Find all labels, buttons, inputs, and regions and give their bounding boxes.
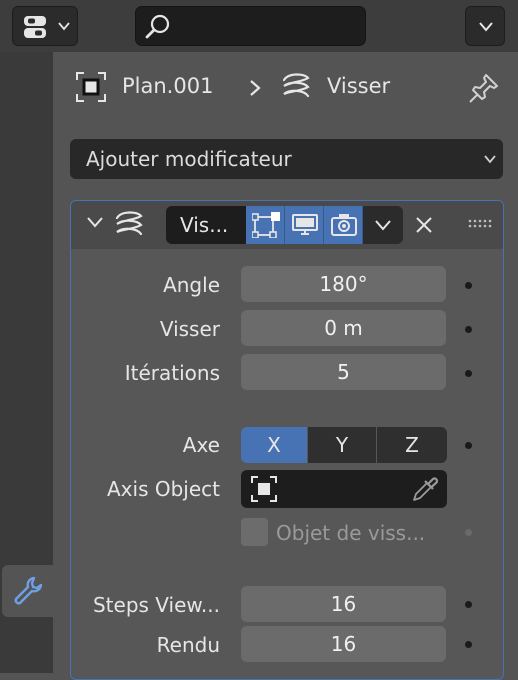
render-toggle[interactable] <box>324 206 363 244</box>
steps-viewport-field[interactable]: 16 <box>241 586 446 622</box>
angle-keyframe-dot[interactable] <box>465 282 472 289</box>
axis-x-button[interactable]: X <box>241 427 307 463</box>
iterations-field[interactable]: 5 <box>241 354 446 390</box>
close-icon[interactable] <box>415 216 433 234</box>
axis-z-button[interactable]: Z <box>377 427 447 463</box>
screw-label: Visser <box>159 317 220 341</box>
pin-icon[interactable] <box>468 72 500 104</box>
search-input[interactable] <box>135 6 366 46</box>
iterations-label: Itérations <box>124 361 220 385</box>
eyedropper-icon[interactable] <box>411 475 439 503</box>
render-steps-label: Rendu <box>156 633 220 657</box>
render-steps-field[interactable]: 16 <box>241 626 446 662</box>
screw-keyframe-dot[interactable] <box>465 326 472 333</box>
modifier-name-field[interactable]: Vis... <box>166 206 246 244</box>
monitor-icon <box>292 214 318 235</box>
add-modifier-dropdown[interactable]: Ajouter modificateur <box>70 139 503 179</box>
object-screw-label: Objet de viss... <box>276 521 426 545</box>
object-screw-checkbox[interactable] <box>241 518 268 546</box>
breadcrumb-modifier: Visser <box>327 74 391 98</box>
object-icon <box>251 476 277 502</box>
screw-icon <box>115 211 143 236</box>
editor-type-button[interactable] <box>12 6 78 46</box>
render-steps-keyframe-dot[interactable] <box>465 641 472 648</box>
object-screw-keyframe-dot[interactable] <box>465 529 472 536</box>
axis-object-field[interactable] <box>241 470 447 508</box>
axis-y-button[interactable]: Y <box>308 427 376 463</box>
object-icon <box>76 72 106 102</box>
add-modifier-label: Ajouter modificateur <box>86 147 292 171</box>
drag-handle-icon[interactable] <box>468 219 492 229</box>
properties-editor-icon <box>24 16 46 38</box>
options-dropdown-button[interactable] <box>465 6 505 46</box>
iterations-keyframe-dot[interactable] <box>465 370 472 377</box>
screw-icon <box>282 73 310 98</box>
angle-label: Angle <box>163 273 220 297</box>
viewport-display-toggle[interactable] <box>285 206 324 244</box>
chevron-down-icon <box>484 155 496 164</box>
chevron-right-icon <box>250 80 261 96</box>
chevron-down-icon <box>58 22 70 31</box>
screw-field[interactable]: 0 m <box>241 310 446 346</box>
axis-keyframe-dot[interactable] <box>465 442 472 449</box>
axis-label: Axe <box>182 433 220 457</box>
collapse-chevron-icon[interactable] <box>86 216 104 228</box>
axis-object-label: Axis Object <box>107 477 220 501</box>
edit-mode-toggle[interactable] <box>246 206 285 244</box>
steps-viewport-keyframe-dot[interactable] <box>465 601 472 608</box>
search-icon <box>145 14 170 39</box>
breadcrumb-object: Plan.001 <box>122 74 214 98</box>
chevron-down-icon <box>479 22 493 32</box>
camera-icon <box>331 214 357 236</box>
modifier-name-text: Vis... <box>180 213 229 237</box>
modifier-extras-dropdown[interactable] <box>363 206 403 244</box>
edit-mode-icon <box>252 212 280 238</box>
steps-viewport-label: Steps View... <box>92 593 220 617</box>
angle-field[interactable]: 180° <box>241 266 446 302</box>
chevron-down-icon <box>375 220 391 231</box>
